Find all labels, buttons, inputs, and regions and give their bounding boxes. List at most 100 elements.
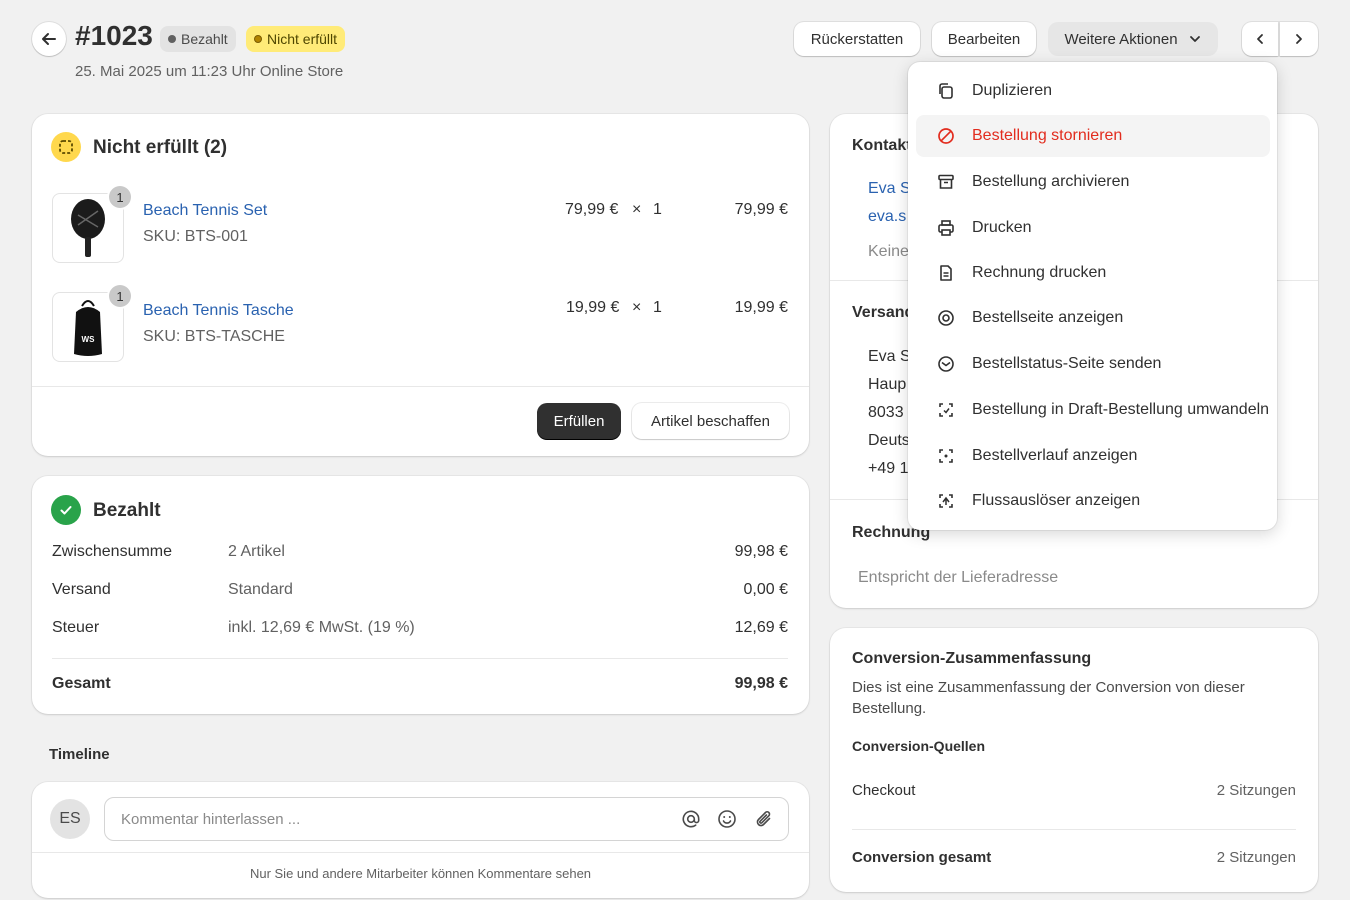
cancel-icon	[916, 127, 972, 145]
menu-item-label: Bestellverlauf anzeigen	[972, 447, 1138, 464]
duplicate-icon	[916, 82, 972, 100]
menu-item-cancel-order[interactable]: Bestellung stornieren	[916, 115, 1270, 157]
payment-row-detail: Standard	[228, 581, 293, 598]
invoice-icon	[916, 264, 972, 282]
payment-title: Bezahlt	[93, 500, 161, 521]
conversion-total-label: Conversion gesamt	[852, 849, 992, 866]
comment-placeholder: Kommentar hinterlassen ...	[121, 811, 301, 828]
next-order-button[interactable]	[1280, 22, 1318, 56]
status-dot-icon	[168, 35, 176, 43]
svg-text:WS: WS	[82, 335, 96, 344]
menu-item-duplicate[interactable]: Duplizieren	[916, 70, 1270, 112]
product-line-total: 19,99 €	[734, 299, 788, 316]
unfulfilled-card: Nicht erfüllt (2) 1 Beach Tennis Set SKU…	[32, 114, 809, 456]
convert-icon	[916, 401, 972, 419]
attachment-icon[interactable]	[754, 809, 774, 829]
emoji-icon[interactable]	[717, 809, 737, 829]
product-quantity: 1	[653, 201, 662, 218]
menu-item-print[interactable]: Drucken	[916, 207, 1270, 249]
contact-name-link[interactable]: Eva S	[868, 180, 911, 198]
times-sign: ×	[632, 201, 642, 218]
product-quantity: 1	[653, 299, 662, 316]
more-actions-label: Weitere Aktionen	[1064, 30, 1178, 48]
conversion-sources-title: Conversion-Quellen	[852, 738, 986, 754]
status-badge-unfulfilled-label: Nicht erfüllt	[267, 31, 338, 47]
conversion-title: Conversion-Zusammenfassung	[852, 650, 1092, 667]
payment-row-value: 99,98 €	[734, 543, 788, 560]
product-unit-price: 79,99 €	[565, 201, 619, 218]
product-link[interactable]: Beach Tennis Set	[143, 202, 267, 220]
chevron-down-icon	[1189, 36, 1200, 42]
unfulfilled-status-icon	[51, 132, 81, 162]
racket-image	[71, 199, 105, 257]
payment-total-label: Gesamt	[52, 675, 111, 692]
view-icon	[916, 309, 972, 327]
edit-button[interactable]: Bearbeiten	[932, 22, 1036, 56]
arrow-left-icon	[42, 33, 56, 45]
shipping-line: +49 1	[868, 460, 909, 477]
shipping-line: 8033	[868, 404, 904, 421]
archive-icon	[916, 173, 972, 191]
status-badge-unfulfilled: Nicht erfüllt	[246, 26, 346, 52]
menu-item-convert-draft[interactable]: Bestellung in Draft-Bestellung umwandeln	[916, 389, 1270, 431]
previous-order-button[interactable]	[1242, 22, 1278, 56]
menu-item-label: Bestellstatus-Seite senden	[972, 355, 1162, 372]
product-sku: SKU: BTS-001	[143, 228, 248, 245]
divider	[852, 829, 1296, 830]
refund-button[interactable]: Rückerstatten	[794, 22, 920, 56]
timeline-note: Nur Sie und andere Mitarbeiter können Ko…	[249, 866, 592, 881]
payment-total-value: 99,98 €	[734, 675, 788, 692]
payment-row-label: Versand	[52, 581, 111, 598]
checkout-value: 2 Sitzungen	[1216, 782, 1296, 799]
more-actions-menu: Duplizieren Bestellung stornieren Bestel…	[908, 62, 1277, 530]
contact-phone: Keine	[868, 243, 909, 260]
conversion-card: Conversion-Zusammenfassung Dies ist eine…	[830, 628, 1318, 892]
menu-item-label: Bestellung archivieren	[972, 173, 1130, 190]
menu-item-label: Flussauslöser anzeigen	[972, 492, 1141, 509]
menu-item-view-flow-triggers[interactable]: Flussauslöser anzeigen	[916, 480, 1270, 522]
comment-input[interactable]: Kommentar hinterlassen ...	[104, 797, 789, 841]
shipping-title: Versand	[852, 304, 915, 321]
quantity-badge: 1	[109, 285, 131, 307]
print-icon	[916, 219, 972, 237]
menu-item-send-status-page[interactable]: Bestellstatus-Seite senden	[916, 343, 1270, 385]
source-items-button[interactable]: Artikel beschaffen	[632, 403, 789, 439]
product-unit-price: 19,99 €	[566, 299, 620, 316]
payment-row-value: 0,00 €	[743, 581, 788, 598]
times-sign: ×	[632, 299, 642, 316]
more-actions-button[interactable]: Weitere Aktionen	[1048, 22, 1218, 56]
conversion-description: Dies ist eine Zusammenfassung der Conver…	[852, 679, 1245, 717]
fulfill-button[interactable]: Erfüllen	[537, 403, 621, 439]
back-button[interactable]	[32, 22, 66, 56]
payment-row-detail: 2 Artikel	[228, 543, 285, 560]
divider	[32, 386, 809, 387]
product-link[interactable]: Beach Tennis Tasche	[143, 302, 294, 320]
menu-item-archive-order[interactable]: Bestellung archivieren	[916, 161, 1270, 203]
contact-email-link[interactable]: eva.s	[868, 208, 906, 226]
quantity-badge: 1	[109, 186, 131, 208]
menu-item-view-order-page[interactable]: Bestellseite anzeigen	[916, 297, 1270, 339]
history-icon	[916, 447, 972, 465]
conversion-total-value: 2 Sitzungen	[1216, 849, 1296, 866]
menu-item-print-invoice[interactable]: Rechnung drucken	[916, 252, 1270, 294]
contact-title: Kontakt	[852, 137, 912, 154]
divider	[32, 852, 809, 853]
menu-item-label: Drucken	[972, 219, 1032, 236]
menu-item-label: Bestellseite anzeigen	[972, 309, 1124, 326]
order-subtitle: 25. Mai 2025 um 11:23 Uhr Online Store	[75, 63, 344, 80]
check-circle-icon	[51, 495, 81, 525]
product-sku: SKU: BTS-TASCHE	[143, 328, 285, 345]
checkout-label: Checkout	[852, 782, 916, 799]
menu-item-view-history[interactable]: Bestellverlauf anzeigen	[916, 435, 1270, 477]
payment-row-label: Zwischensumme	[52, 543, 173, 560]
bag-image: WS	[74, 300, 102, 356]
shipping-line: Eva S	[868, 348, 911, 365]
payment-row-label: Steuer	[52, 619, 100, 636]
payment-row-value: 12,69 €	[734, 619, 788, 636]
chevron-left-icon	[1257, 34, 1263, 44]
page-title: #1023	[75, 20, 153, 51]
status-badge-paid: Bezahlt	[160, 26, 236, 52]
chevron-right-icon	[1296, 34, 1302, 44]
menu-item-label: Rechnung drucken	[972, 264, 1107, 281]
mention-icon[interactable]	[681, 809, 701, 829]
